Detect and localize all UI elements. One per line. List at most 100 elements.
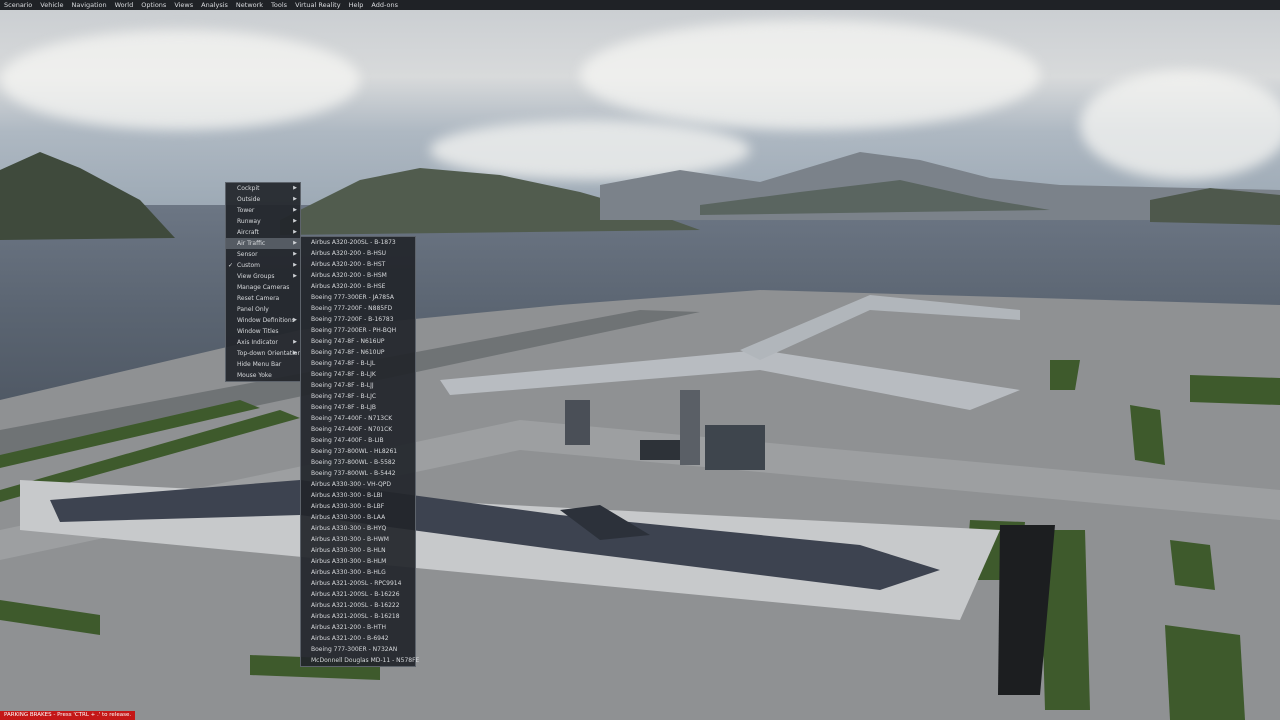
- views-item-label: Window Titles: [237, 328, 279, 335]
- air-traffic-item[interactable]: Airbus A320-200 - B-HSE: [301, 281, 415, 292]
- air-traffic-item[interactable]: Airbus A320-200SL - B-1873: [301, 237, 415, 248]
- air-traffic-item[interactable]: Airbus A321-200 - B-HTH: [301, 622, 415, 633]
- menu-scenario[interactable]: Scenario: [0, 0, 36, 10]
- air-traffic-item[interactable]: Boeing 737-800WL - HL8261: [301, 446, 415, 457]
- air-traffic-item[interactable]: Airbus A330-300 - B-HLN: [301, 545, 415, 556]
- air-traffic-item[interactable]: Boeing 747-8F - B-LJJ: [301, 380, 415, 391]
- views-item-label: Window Definitions: [237, 317, 295, 324]
- chevron-right-icon: ▶: [293, 185, 297, 191]
- views-item-axis-indicator[interactable]: Axis Indicator ▶: [226, 337, 300, 348]
- menu-views[interactable]: Views: [170, 0, 197, 10]
- menu-bar: Scenario Vehicle Navigation World Option…: [0, 0, 1280, 10]
- menu-virtual-reality[interactable]: Virtual Reality: [291, 0, 345, 10]
- air-traffic-item[interactable]: Airbus A320-200 - B-HSU: [301, 248, 415, 259]
- views-item-cockpit[interactable]: Cockpit ▶: [226, 183, 300, 194]
- views-item-window-definitions[interactable]: Window Definitions ▶: [226, 315, 300, 326]
- air-traffic-item[interactable]: Boeing 747-400F - N713CK: [301, 413, 415, 424]
- air-traffic-item[interactable]: Boeing 777-200F - B-16783: [301, 314, 415, 325]
- views-item-air-traffic[interactable]: Air Traffic ▶: [226, 238, 300, 249]
- menu-analysis[interactable]: Analysis: [197, 0, 232, 10]
- air-traffic-item[interactable]: Boeing 747-8F - N610UP: [301, 347, 415, 358]
- views-item-custom[interactable]: ✓ Custom ▶: [226, 260, 300, 271]
- air-traffic-item[interactable]: McDonnell Douglas MD-11 - N578FE: [301, 655, 419, 666]
- air-traffic-item[interactable]: Airbus A330-300 - B-HYQ: [301, 523, 415, 534]
- views-item-outside[interactable]: Outside ▶: [226, 194, 300, 205]
- views-item-label: Cockpit: [237, 185, 260, 192]
- menu-add-ons[interactable]: Add-ons: [367, 0, 402, 10]
- air-traffic-item[interactable]: Boeing 747-8F - B-LJK: [301, 369, 415, 380]
- views-item-label: Panel Only: [237, 306, 269, 313]
- views-item-top-down-orientation[interactable]: Top-down Orientation ▶: [226, 348, 302, 359]
- chevron-right-icon: ▶: [293, 317, 297, 323]
- air-traffic-item[interactable]: Airbus A321-200 - B-6942: [301, 633, 415, 644]
- air-traffic-item[interactable]: Airbus A330-300 - B-LBI: [301, 490, 415, 501]
- menu-help[interactable]: Help: [345, 0, 368, 10]
- views-item-label: Sensor: [237, 251, 258, 258]
- views-item-reset-camera[interactable]: Reset Camera: [226, 293, 300, 304]
- chevron-right-icon: ▶: [293, 350, 297, 356]
- air-traffic-item[interactable]: Boeing 737-800WL - B-5582: [301, 457, 415, 468]
- air-traffic-item[interactable]: Boeing 777-300ER - JA785A: [301, 292, 415, 303]
- views-item-label: Manage Cameras: [237, 284, 290, 291]
- views-item-label: Tower: [237, 207, 255, 214]
- chevron-right-icon: ▶: [293, 339, 297, 345]
- views-item-view-groups[interactable]: View Groups ▶: [226, 271, 300, 282]
- air-traffic-item[interactable]: Airbus A330-300 - B-HLM: [301, 556, 415, 567]
- air-traffic-item[interactable]: Airbus A321-200SL - B-16226: [301, 589, 415, 600]
- views-item-label: Aircraft: [237, 229, 259, 236]
- air-traffic-item[interactable]: Boeing 747-400F - B-LIB: [301, 435, 415, 446]
- air-traffic-item[interactable]: Airbus A330-300 - B-HLG: [301, 567, 415, 578]
- views-item-hide-menu-bar[interactable]: Hide Menu Bar: [226, 359, 300, 370]
- air-traffic-item[interactable]: Boeing 747-8F - B-LJB: [301, 402, 415, 413]
- views-item-tower[interactable]: Tower ▶: [226, 205, 300, 216]
- air-traffic-item[interactable]: Airbus A330-300 - B-LAA: [301, 512, 415, 523]
- air-traffic-item[interactable]: Airbus A330-300 - VH-QPD: [301, 479, 415, 490]
- chevron-right-icon: ▶: [293, 229, 297, 235]
- chevron-right-icon: ▶: [293, 207, 297, 213]
- views-item-manage-cameras[interactable]: Manage Cameras: [226, 282, 300, 293]
- air-traffic-item[interactable]: Boeing 747-8F - N616UP: [301, 336, 415, 347]
- air-traffic-item[interactable]: Airbus A321-200SL - B-16218: [301, 611, 415, 622]
- views-item-label: Outside: [237, 196, 261, 203]
- checkmark-icon: ✓: [228, 262, 234, 269]
- views-item-aircraft[interactable]: Aircraft ▶: [226, 227, 300, 238]
- menu-network[interactable]: Network: [232, 0, 267, 10]
- views-item-runway[interactable]: Runway ▶: [226, 216, 300, 227]
- air-traffic-item[interactable]: Boeing 737-800WL - B-5442: [301, 468, 415, 479]
- chevron-right-icon: ▶: [293, 251, 297, 257]
- cloud: [580, 20, 1040, 130]
- air-traffic-item[interactable]: Boeing 777-200F - N885FD: [301, 303, 415, 314]
- views-item-mouse-yoke[interactable]: Mouse Yoke: [226, 370, 300, 381]
- air-traffic-item[interactable]: Airbus A320-200 - B-HST: [301, 259, 415, 270]
- chevron-right-icon: ▶: [293, 240, 297, 246]
- views-item-label: Top-down Orientation: [237, 350, 302, 357]
- air-traffic-item[interactable]: Boeing 747-400F - N701CK: [301, 424, 415, 435]
- menu-options[interactable]: Options: [137, 0, 170, 10]
- air-traffic-item[interactable]: Boeing 747-8F - B-LJL: [301, 358, 415, 369]
- air-traffic-item[interactable]: Airbus A321-200SL - B-16222: [301, 600, 415, 611]
- menu-navigation[interactable]: Navigation: [68, 0, 111, 10]
- views-item-label: Hide Menu Bar: [237, 361, 282, 368]
- air-traffic-submenu: Airbus A320-200SL - B-1873 Airbus A320-20…: [300, 236, 419, 667]
- air-traffic-item[interactable]: Airbus A321-200SL - RPC9914: [301, 578, 415, 589]
- air-traffic-item[interactable]: Airbus A320-200 - B-HSM: [301, 270, 415, 281]
- air-traffic-item[interactable]: Boeing 777-200ER - PH-BQH: [301, 325, 415, 336]
- views-item-label: Reset Camera: [237, 295, 280, 302]
- parking-brake-message: PARKING BRAKES - Press 'CTRL + .' to rel…: [0, 711, 136, 720]
- air-traffic-item[interactable]: Boeing 777-300ER - N732AN: [301, 644, 415, 655]
- views-item-sensor[interactable]: Sensor ▶: [226, 249, 300, 260]
- views-item-panel-only[interactable]: Panel Only: [226, 304, 300, 315]
- menu-vehicle[interactable]: Vehicle: [36, 0, 67, 10]
- air-traffic-item[interactable]: Airbus A330-300 - B-LBF: [301, 501, 415, 512]
- air-traffic-item[interactable]: Boeing 747-8F - B-LJC: [301, 391, 415, 402]
- simulator-scene[interactable]: [0, 0, 1280, 720]
- chevron-right-icon: ▶: [293, 273, 297, 279]
- chevron-right-icon: ▶: [293, 196, 297, 202]
- views-item-label: Mouse Yoke: [237, 372, 272, 379]
- views-item-window-titles[interactable]: Window Titles: [226, 326, 300, 337]
- cloud: [0, 30, 360, 130]
- menu-tools[interactable]: Tools: [267, 0, 291, 10]
- menu-world[interactable]: World: [111, 0, 138, 10]
- air-traffic-item[interactable]: Airbus A330-300 - B-HWM: [301, 534, 415, 545]
- chevron-right-icon: ▶: [293, 262, 297, 268]
